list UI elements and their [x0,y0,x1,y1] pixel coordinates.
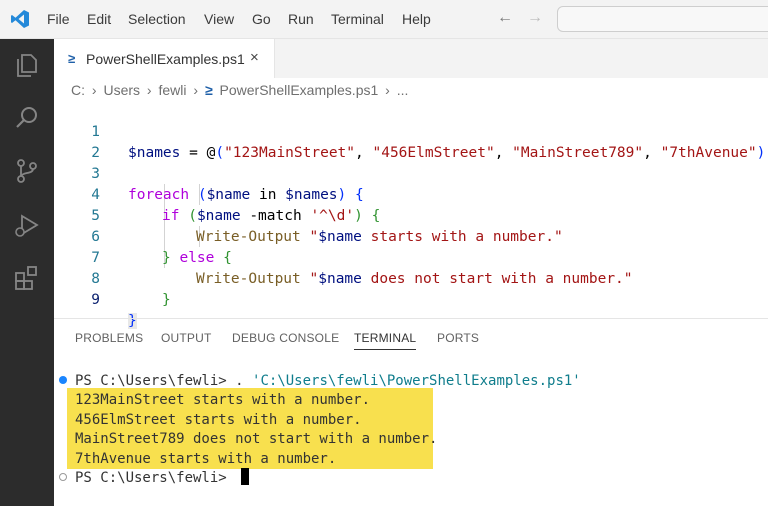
code-line: 3 foreach ($name in $names) { [54,143,363,203]
menu-view[interactable]: View [204,11,234,27]
menu-file[interactable]: File [47,11,70,27]
command-success-dot-icon[interactable] [59,376,67,384]
terminal-output-line: 456ElmStreet starts with a number. [75,412,362,428]
run-debug-icon[interactable] [13,211,41,239]
editor-tab[interactable]: ≥ PowerShellExamples.ps1 × [54,39,275,78]
powershell-file-icon: ≥ [204,82,213,98]
code-line: 8 } [54,248,170,308]
terminal-cursor [241,468,250,485]
chevron-right-icon: › [385,82,390,98]
close-icon[interactable]: × [250,49,259,66]
menu-run[interactable]: Run [288,11,314,27]
code-line: 4 if ($name -match '^\d') { [54,164,380,224]
terminal-output-line: 123MainStreet starts with a number. [75,392,371,408]
forward-arrow-icon[interactable]: → [527,9,543,27]
code-line: 2 [54,122,100,161]
code-line: 5 Write-Output "$name starts with a numb… [54,185,562,245]
chevron-right-icon: › [91,82,97,98]
menu-terminal[interactable]: Terminal [331,11,384,27]
breadcrumb-fewli[interactable]: fewli [158,82,186,98]
breadcrumb-file[interactable]: PowerShellExamples.ps1 [220,82,379,98]
vscode-logo-icon [11,10,29,28]
code-editor[interactable]: 1 $names = @("123MainStreet", "456ElmStr… [54,100,768,329]
chevron-right-icon: › [146,82,152,98]
powershell-file-icon: ≥ [68,51,76,66]
menu-edit[interactable]: Edit [87,11,111,27]
tab-ports[interactable]: PORTS [437,331,479,345]
terminal-prompt-line[interactable]: PS C:\Users\fewli> [75,468,250,488]
breadcrumb: C: › Users › fewli › ≥ PowerShellExample… [71,82,411,98]
tab-output[interactable]: OUTPUT [161,331,212,345]
activity-bar [0,39,54,506]
menu-go[interactable]: Go [252,11,271,27]
back-arrow-icon[interactable]: ← [497,9,513,27]
line-number: 9 [91,292,100,308]
menu-help[interactable]: Help [402,11,431,27]
search-icon[interactable] [13,104,41,132]
command-pending-dot-icon [59,473,67,481]
code-line: 1 $names = @("123MainStreet", "456ElmStr… [54,101,768,161]
tab-label: PowerShellExamples.ps1 [86,51,245,67]
extensions-icon[interactable] [13,264,41,292]
title-bar: File Edit Selection View Go Run Terminal… [0,0,768,39]
tab-problems[interactable]: PROBLEMS [75,331,143,345]
editor-tab-bar: ≥ PowerShellExamples.ps1 × [54,39,768,78]
explorer-icon[interactable] [13,51,41,79]
code-line: 6 } else { [54,206,232,266]
breadcrumb-more[interactable]: ... [397,82,409,98]
tab-debug-console[interactable]: DEBUG CONSOLE [232,331,339,345]
source-control-icon[interactable] [13,157,41,185]
tab-terminal[interactable]: TERMINAL [354,331,417,350]
breadcrumb-drive[interactable]: C: [71,82,85,98]
command-center-search[interactable] [557,6,768,32]
menu-selection[interactable]: Selection [128,11,186,27]
breadcrumb-users[interactable]: Users [103,82,140,98]
code-line: 9 } [54,269,137,329]
code-line: 7 Write-Output "$name does not start wit… [54,227,632,287]
chevron-right-icon: › [193,82,199,98]
terminal-output-line: MainStreet789 does not start with a numb… [75,431,438,447]
terminal-output-line: 7thAvenue starts with a number. [75,451,337,467]
